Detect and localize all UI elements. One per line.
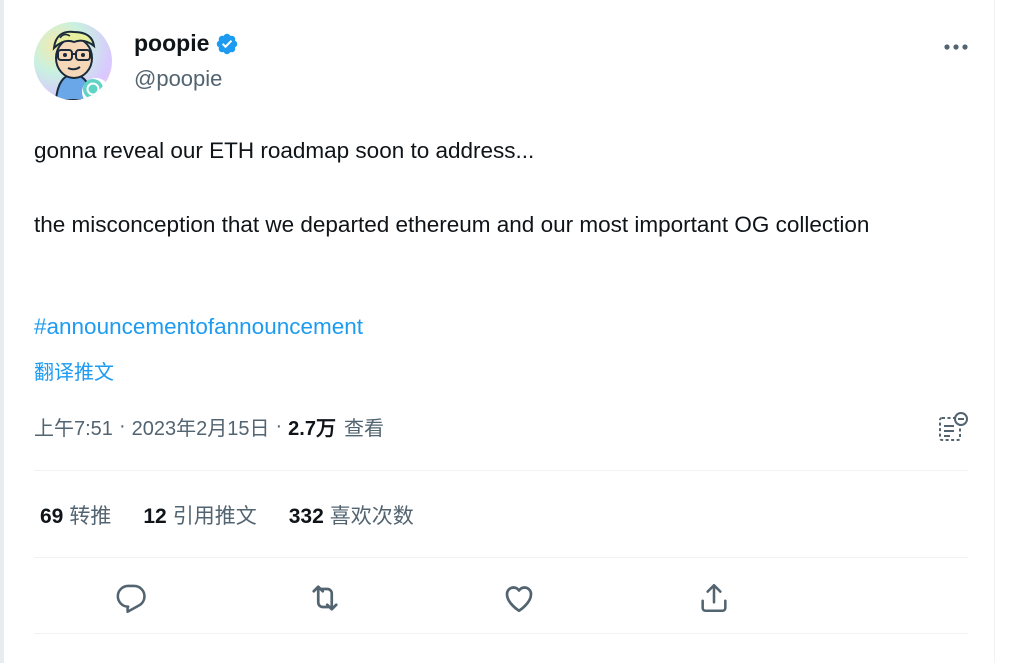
retweets-count: 69 [40, 505, 64, 528]
user-handle[interactable]: @poopie [134, 66, 222, 92]
reply-icon [116, 584, 146, 614]
hashtag-link[interactable]: #announcementofannouncement [34, 314, 363, 340]
retweets-stat[interactable]: 69 转推 [40, 500, 111, 530]
avatar-badge [82, 78, 110, 100]
like-button[interactable] [499, 578, 539, 618]
likes-label: 喜欢次数 [329, 505, 414, 528]
divider [34, 633, 968, 634]
retweet-icon [312, 585, 338, 611]
avatar[interactable] [34, 22, 112, 100]
views-count: 2.7万 [288, 418, 336, 440]
tweet-date[interactable]: 2023年2月15日 [132, 412, 270, 441]
share-button[interactable] [694, 578, 734, 618]
tweet-meta: 上午7:51 · 2023年2月15日 · 2.7万 查看 [34, 412, 384, 441]
quotes-label: 引用推文 [172, 505, 257, 528]
analytics-icon [939, 412, 968, 441]
tweet-text: gonna reveal our ETH roadmap soon to add… [34, 132, 934, 243]
divider [34, 470, 968, 471]
reply-button[interactable] [111, 578, 151, 618]
divider [34, 557, 968, 558]
more-icon [944, 44, 968, 50]
likes-stat[interactable]: 332 喜欢次数 [289, 500, 414, 530]
translate-link[interactable]: 翻译推文 [34, 356, 114, 385]
more-button[interactable] [938, 32, 974, 62]
tweet-header: poopie @poopie [34, 22, 974, 112]
tweet-time[interactable]: 上午7:51 [34, 412, 113, 441]
analytics-button[interactable] [936, 410, 970, 444]
share-icon [701, 583, 727, 613]
right-border [994, 0, 995, 663]
retweet-button[interactable] [305, 578, 345, 618]
community-badge-icon [83, 79, 103, 99]
retweets-label: 转推 [69, 505, 112, 528]
name-row: poopie [134, 30, 239, 57]
meta-separator: · [118, 415, 126, 437]
quotes-count: 12 [143, 505, 167, 528]
verified-badge-icon [217, 33, 238, 54]
quotes-stat[interactable]: 12 引用推文 [143, 500, 256, 530]
tweet-line-1: gonna reveal our ETH roadmap soon to add… [34, 138, 535, 163]
tweet-line-2: the misconception that we departed ether… [34, 212, 870, 237]
engagement-stats: 69 转推 12 引用推文 332 喜欢次数 [40, 500, 414, 530]
likes-count: 332 [288, 505, 324, 528]
views-label: 查看 [343, 418, 384, 440]
display-name[interactable]: poopie [134, 30, 209, 57]
left-border [0, 0, 4, 663]
meta-separator: · [275, 415, 283, 437]
like-icon [505, 586, 533, 613]
